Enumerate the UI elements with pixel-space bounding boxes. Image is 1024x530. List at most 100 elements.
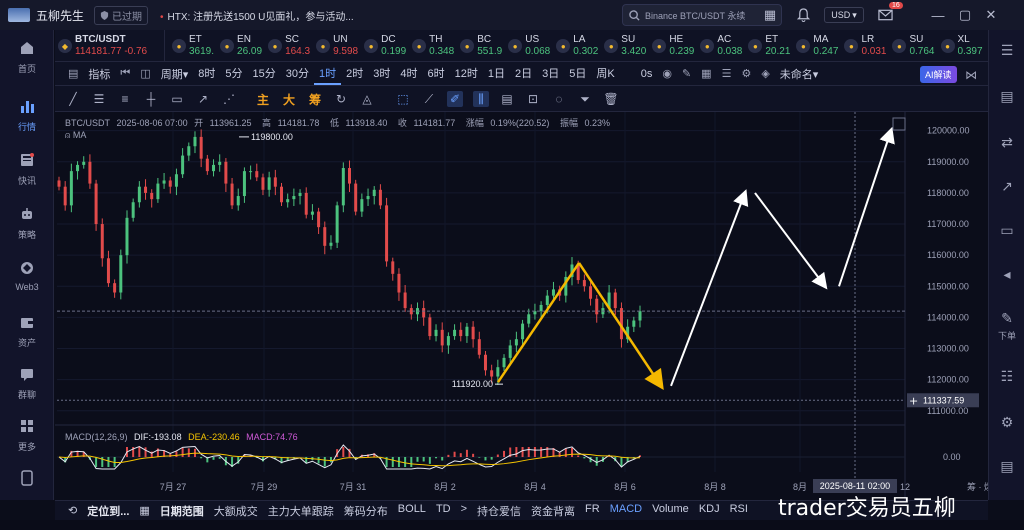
list-icon[interactable]: ☰ [717,65,737,82]
sidebar-item-device[interactable] [0,470,54,492]
sidebar-item-assets[interactable]: 资产 [0,314,54,349]
ticker-item[interactable]: ● SU 0.764 [889,30,937,61]
ma-indicator-label[interactable]: ⍝ MA [65,130,86,141]
indicator-tab[interactable]: BOLL [393,503,431,519]
minimize-icon[interactable]: — [930,7,946,23]
document-icon[interactable]: ▤ [989,458,1024,475]
ticker-item[interactable]: ●AD0.727 [986,30,988,61]
ai-interpret-button[interactable]: AI解读 [920,66,957,83]
indicator-tab[interactable]: 资金背离 [526,503,580,519]
select-icon[interactable]: ⬚ [395,91,411,107]
clipboard-icon[interactable]: ▤ [499,91,515,107]
indicator-tab[interactable]: 筹码分布 [339,503,393,519]
sidebar-item-more[interactable]: 更多 [0,418,54,453]
trash-icon[interactable]: 🗑 [603,91,619,107]
timeframe-option[interactable]: 12时 [450,63,483,85]
timeframe-option[interactable]: 6时 [423,63,450,85]
date-range-button[interactable]: 日期范围 [155,503,209,519]
cycle-select[interactable]: 周期▾ [156,64,194,84]
back-icon[interactable]: ⟲ [63,504,82,517]
ticker-item[interactable]: ● DC 0.199 [361,30,409,61]
list-icon[interactable]: ☰ [989,42,1024,59]
grid-icon[interactable]: ▦ [762,7,778,23]
indicator-button[interactable]: 指标 [83,64,115,84]
template-select[interactable]: 未命名▾ [775,64,824,84]
ticker-item[interactable]: ● EN 26.09 [217,30,265,61]
replay-icon[interactable]: ◫ [135,65,155,82]
ticker-item[interactable]: ● UN 9.598 [313,30,361,61]
indicator-tab[interactable]: Volume [647,503,694,519]
panel-icon[interactable]: ▭ [989,222,1024,239]
ticker-item[interactable]: ● TH 0.348 [409,30,457,61]
ticker-item[interactable]: ● ET 3619. [169,30,217,61]
more-tools-icon[interactable]: ⋰ [221,91,237,107]
sidebar-item-strategy[interactable]: 策略 [0,206,54,241]
parallel-lines-icon[interactable]: ≡ [117,91,133,107]
sidebar-item-chat[interactable]: 群聊 [0,366,54,401]
magnet-icon[interactable]: ⫼ [473,91,489,107]
ticker-item[interactable]: ● BC 551.9 [457,30,505,61]
horizontal-line-icon[interactable]: ☰ [91,91,107,107]
edit-icon[interactable]: ✎ [677,65,696,82]
ticker-main[interactable]: ◆ BTC/USDT 114181.77 -0.76 [55,30,165,61]
indicator-tab[interactable]: MACD [605,503,647,519]
main-force-button[interactable]: 主 [255,91,271,107]
status-badge[interactable]: 已过期 [94,5,149,25]
lock-icon[interactable]: ⊡ [525,91,541,107]
shield-icon[interactable]: ◬ [359,91,375,107]
indicator-tab[interactable]: KDJ [694,503,725,519]
layout-icon[interactable]: ▦ [696,65,716,82]
ticker-item[interactable]: ● SC 164.3 [265,30,313,61]
trend-icon[interactable]: ↗ [989,178,1024,195]
indicator-tab[interactable]: 持仓爱信 [472,503,526,519]
ticker-item[interactable]: ● US 0.068 [505,30,553,61]
rewind-icon[interactable]: ⏮ [115,65,135,82]
arrow-tool-icon[interactable]: ↗ [195,91,211,107]
mail-icon[interactable] [877,7,893,23]
rectangle-icon[interactable]: ▭ [169,91,185,107]
big-order-button[interactable]: 大 [281,91,297,107]
timeframe-option[interactable]: 2时 [341,63,368,85]
ticker-item[interactable]: ● XL 0.397 [938,30,986,61]
visibility-icon[interactable]: ◌ [551,91,567,107]
ticker-item[interactable]: ● SU 3.420 [601,30,649,61]
timeframe-option[interactable]: 3日 [537,63,564,85]
share-icon[interactable]: ⋈ [965,68,977,82]
ticker-item[interactable]: ● LR 0.031 [841,30,889,61]
settings-icon[interactable]: ⚙ [989,414,1024,431]
brush-icon[interactable]: ✐ [447,91,463,107]
indicator-tab[interactable]: TD [431,503,456,519]
sidebar-item-market[interactable]: 行情 [0,98,54,133]
indicator-tab[interactable]: 主力大单跟踪 [263,503,339,519]
chart-area[interactable]: 120000.00 119000.00 118000.00 117000.00 1160… [55,112,988,500]
compare-icon[interactable]: ⇄ [989,134,1024,151]
sidebar-item-web3[interactable]: Web3 [0,260,54,292]
expand-sidebar-icon[interactable]: ◂ [989,266,1024,283]
timeframe-option[interactable]: 1日 [483,63,510,85]
camera-icon[interactable]: ◉ [657,65,677,82]
timeframe-option[interactable]: 4时 [395,63,422,85]
timeframe-option[interactable]: 3时 [368,63,395,85]
ticker-item[interactable]: ● LA 0.302 [553,30,601,61]
timeframe-option[interactable]: 周K [591,63,619,85]
search-input[interactable]: Binance BTC/USDT 永续 [622,4,782,26]
timeframe-option[interactable]: 5日 [564,63,591,85]
chip-button[interactable]: 筹 [307,91,323,107]
order-button[interactable]: ✎ 下单 [989,310,1024,342]
timeframe-option[interactable]: 2日 [510,63,537,85]
timeframe-option[interactable]: 15分 [248,63,281,85]
indicator-tab[interactable]: FR [580,503,605,519]
indicator-tab[interactable]: 大额成交 [209,503,263,519]
ticker-item[interactable]: ● AC 0.038 [697,30,745,61]
ticker-item[interactable]: ● HE 0.239 [649,30,697,61]
timeframe-option[interactable]: 5分 [220,63,247,85]
timeframe-option[interactable]: 8时 [193,63,220,85]
document-icon[interactable]: ▤ [989,88,1024,105]
layers-icon[interactable]: ◈ [756,65,774,82]
currency-select[interactable]: USD ▾ [824,7,864,23]
chevron-right-icon[interactable]: > [456,503,472,519]
locate-button[interactable]: 定位到... [82,503,134,519]
maximize-icon[interactable]: ▢ [957,7,973,23]
indicator-icon[interactable]: ▤ [63,65,83,82]
settings-icon[interactable]: ⚙ [736,65,756,82]
